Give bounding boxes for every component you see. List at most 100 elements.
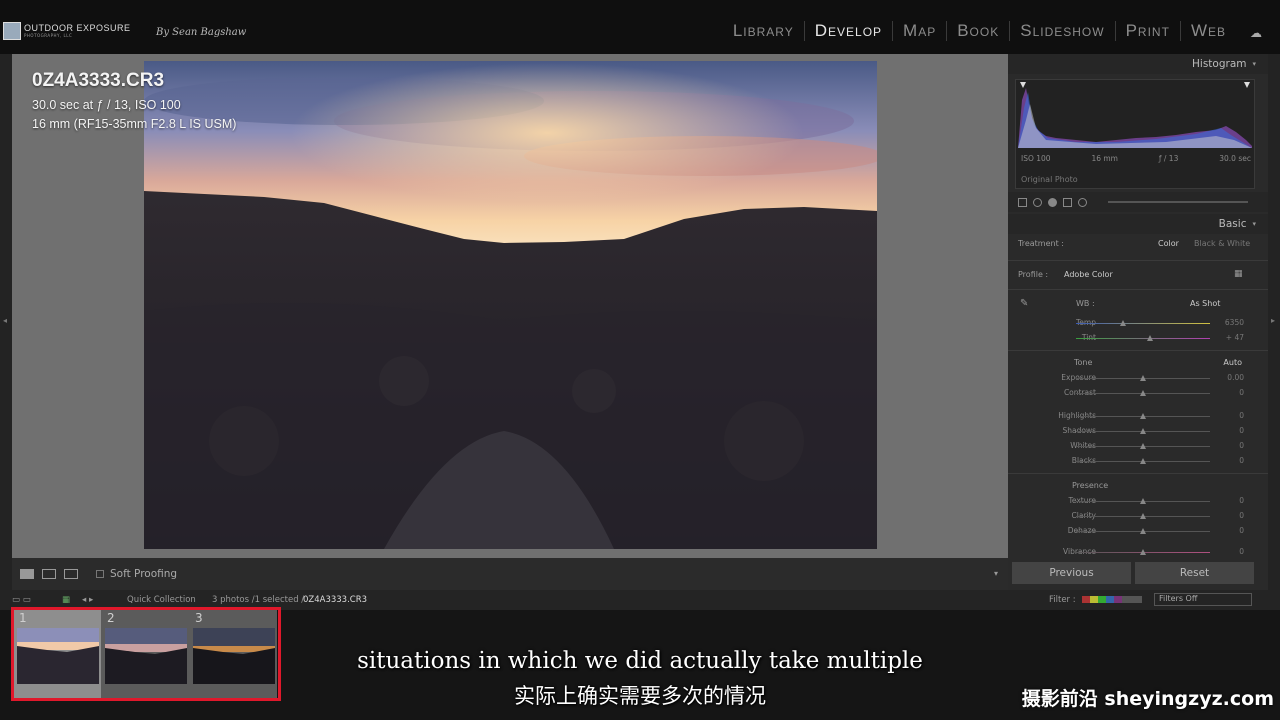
slider-thumb[interactable] <box>1140 498 1146 504</box>
studio-logo: OUTDOOR EXPOSURE PHOTOGRAPHY, LLC <box>3 22 131 40</box>
tint-slider[interactable] <box>1076 335 1210 341</box>
cloud-sync-icon[interactable]: ☁ <box>1250 26 1266 40</box>
spot-removal-icon[interactable] <box>1033 197 1042 207</box>
module-library[interactable]: Library <box>723 21 804 41</box>
tool-strip <box>1008 192 1268 212</box>
slider-track[interactable] <box>1076 413 1210 419</box>
slider-value[interactable]: 0 <box>1239 511 1244 520</box>
slider-track[interactable] <box>1076 428 1210 434</box>
slider-value[interactable]: 0 <box>1239 441 1244 450</box>
overlay-filename: 0Z4A3333.CR3 <box>32 70 165 91</box>
module-develop[interactable]: Develop <box>803 21 892 41</box>
slider-thumb[interactable] <box>1140 413 1146 419</box>
slider-track[interactable] <box>1076 458 1210 464</box>
histogram-header[interactable]: Histogram ▾ <box>1008 54 1268 74</box>
module-slideshow[interactable]: Slideshow <box>1009 21 1114 41</box>
module-map[interactable]: Map <box>892 21 946 41</box>
slider-track[interactable] <box>1076 498 1210 504</box>
temp-value[interactable]: 6350 <box>1225 318 1244 327</box>
develop-photo[interactable] <box>144 61 877 549</box>
profile-label: Profile : <box>1018 270 1049 279</box>
tint-thumb[interactable] <box>1146 335 1153 341</box>
slider-value[interactable]: 0 <box>1239 388 1244 397</box>
divider <box>1008 350 1268 351</box>
filter-label: Filter : <box>1049 595 1076 605</box>
original-photo-toggle[interactable]: Original Photo <box>1021 175 1078 184</box>
primary-window-icon[interactable]: ▭ ▭ <box>12 595 31 605</box>
before-after-icon[interactable] <box>42 569 56 579</box>
vibrance-thumb[interactable] <box>1140 549 1146 555</box>
toolbar-menu-icon[interactable]: ▾ <box>994 569 998 578</box>
right-panel-toggle[interactable]: ▸ <box>1268 54 1280 590</box>
module-print[interactable]: Print <box>1114 21 1180 41</box>
logo-line1: OUTDOOR EXPOSURE <box>24 23 131 33</box>
slider-track[interactable] <box>1076 513 1210 519</box>
grid-view-icon[interactable]: ▦ <box>62 595 70 605</box>
red-eye-icon[interactable] <box>1048 197 1057 207</box>
slider-row: Highlights0 <box>1008 409 1268 424</box>
treatment-label: Treatment : <box>1018 239 1064 248</box>
tone-auto-button[interactable]: Auto <box>1223 358 1242 367</box>
temp-slider[interactable] <box>1076 320 1210 326</box>
soft-proofing-checkbox[interactable] <box>96 570 104 578</box>
slider-track[interactable] <box>1076 390 1210 396</box>
slider-value[interactable]: 0 <box>1239 526 1244 535</box>
develop-toolbar: Soft Proofing ▾ <box>12 558 1008 590</box>
wb-select[interactable]: As Shot <box>1190 299 1220 308</box>
module-book[interactable]: Book <box>946 21 1009 41</box>
basic-header[interactable]: Basic ▾ <box>1008 214 1268 234</box>
profile-browser-icon[interactable]: ▦ <box>1234 269 1243 279</box>
histogram-graph <box>1018 82 1252 148</box>
slider-value[interactable]: 0 <box>1239 411 1244 420</box>
slider-value[interactable]: 0 <box>1239 426 1244 435</box>
slider-thumb[interactable] <box>1140 443 1146 449</box>
slider-value[interactable]: 0.00 <box>1227 373 1244 382</box>
tint-value[interactable]: + 47 <box>1226 333 1244 342</box>
slider-row: Blacks0 <box>1008 454 1268 469</box>
source-name[interactable]: Quick Collection <box>127 595 196 605</box>
slider-track[interactable] <box>1076 375 1210 381</box>
slider-track[interactable] <box>1076 443 1210 449</box>
presence-title: Presence <box>1072 481 1109 490</box>
slider-thumb[interactable] <box>1140 528 1146 534</box>
radial-filter-icon[interactable] <box>1078 197 1087 207</box>
presence-header: Presence <box>1008 478 1268 494</box>
slider-value[interactable]: 0 <box>1239 496 1244 505</box>
soft-proofing-toggle[interactable]: Soft Proofing <box>96 568 177 580</box>
basic-title: Basic <box>1218 218 1247 230</box>
slider-row: Dehaze0 <box>1008 524 1268 539</box>
filter-select[interactable]: Filters Off <box>1154 593 1252 606</box>
slider-thumb[interactable] <box>1140 375 1146 381</box>
previous-button[interactable]: Previous <box>1012 562 1131 584</box>
soft-proofing-label: Soft Proofing <box>110 568 178 580</box>
info-overlay: 0Z4A3333.CR3 30.0 sec at ƒ / 13, ISO 100… <box>32 70 236 134</box>
left-panel-toggle[interactable]: ◂ <box>0 54 12 590</box>
collapse-triangle-icon: ▾ <box>1252 60 1256 68</box>
module-web[interactable]: Web <box>1179 21 1236 41</box>
graduated-filter-icon[interactable] <box>1063 197 1072 207</box>
slider-track[interactable] <box>1076 528 1210 534</box>
filter-flags-icon[interactable] <box>1082 596 1142 603</box>
slider-value[interactable]: 0 <box>1239 456 1244 465</box>
profile-row: Profile : Adobe Color ▦ <box>1008 265 1268 285</box>
slider-thumb[interactable] <box>1140 458 1146 464</box>
slider-thumb[interactable] <box>1140 428 1146 434</box>
crop-icon[interactable] <box>1018 197 1027 207</box>
treatment-color[interactable]: Color <box>1158 239 1179 248</box>
slider-thumb[interactable] <box>1140 513 1146 519</box>
vibrance-value[interactable]: 0 <box>1239 547 1244 556</box>
histogram[interactable]: ISO 100 16 mm ƒ / 13 30.0 sec Original P… <box>1015 79 1255 189</box>
vibrance-slider[interactable] <box>1076 549 1210 555</box>
temp-thumb[interactable] <box>1119 320 1126 326</box>
wb-eyedropper-icon[interactable]: ✎ <box>1020 298 1028 309</box>
loupe-view-icon[interactable] <box>20 569 34 579</box>
slider-thumb[interactable] <box>1140 390 1146 396</box>
slider-row: Contrast0 <box>1008 386 1268 401</box>
brush-slider[interactable] <box>1108 201 1248 203</box>
treatment-bw[interactable]: Black & White <box>1194 239 1250 248</box>
module-picker: Library Develop Map Book Slideshow Print… <box>723 21 1236 41</box>
reset-button[interactable]: Reset <box>1135 562 1254 584</box>
before-after-split-icon[interactable] <box>64 569 78 579</box>
back-arrow-icon[interactable]: ◂ ▸ <box>82 595 93 605</box>
profile-select[interactable]: Adobe Color <box>1064 270 1113 279</box>
